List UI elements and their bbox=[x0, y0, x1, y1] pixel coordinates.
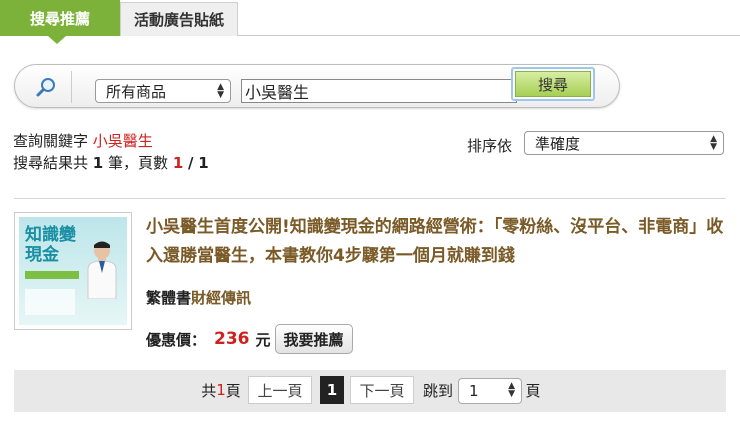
results-current-page: 1 bbox=[172, 154, 184, 172]
results-total-pages: 1 bbox=[198, 154, 209, 172]
cover-green-band bbox=[25, 271, 79, 279]
tab-search-recommend-label: 搜尋推薦 bbox=[29, 9, 90, 28]
result-summary-line: 搜尋結果共 1 筆，頁數 1 / 1 bbox=[13, 152, 209, 173]
cover-title-text: 知識變現金 bbox=[25, 225, 76, 265]
tab-activity-stickers[interactable]: 活動廣告貼紙 bbox=[120, 2, 238, 36]
sort-label: 排序依 bbox=[467, 137, 513, 155]
keyword-value: 小吳醫生 bbox=[92, 132, 153, 150]
price-line: 優惠價： 236 元 我要推薦 bbox=[146, 324, 353, 354]
price-label: 優惠價： bbox=[146, 330, 207, 349]
search-divider bbox=[71, 71, 72, 103]
search-button[interactable]: 搜尋 bbox=[511, 67, 595, 101]
jump-page-select[interactable]: 1 ▲ ▼ bbox=[458, 378, 522, 404]
query-keyword-line: 查詢關鍵字 小吳醫生 bbox=[13, 130, 153, 151]
search-button-label: 搜尋 bbox=[515, 71, 591, 97]
recommend-button-label: 我要推薦 bbox=[283, 330, 344, 349]
total-prefix: 共 bbox=[201, 381, 217, 400]
product-meta: 繁體書財經傳訊 bbox=[146, 287, 251, 308]
category-select[interactable]: 所有商品 ▲ ▼ bbox=[95, 79, 231, 103]
pagination-total: 共1頁 bbox=[198, 376, 244, 404]
jump-page-value: 1 bbox=[469, 382, 479, 400]
search-bar: 所有商品 ▲ ▼ 小吳醫生 搜尋 bbox=[14, 64, 620, 108]
tab-bar: 搜尋推薦 活動廣告貼紙 bbox=[0, 0, 740, 44]
results-prefix: 搜尋結果共 bbox=[13, 154, 89, 172]
search-input-value: 小吳醫生 bbox=[245, 83, 310, 102]
current-page-number: 1 bbox=[326, 381, 338, 399]
cover-person-figure bbox=[87, 241, 117, 299]
jump-label: 跳到 bbox=[422, 381, 453, 400]
pagination-bar: 共1頁 上一頁 1 下一頁 跳到 1 ▲ ▼ 頁 bbox=[14, 370, 726, 412]
book-cover-image: 知識變現金 bbox=[19, 217, 127, 325]
search-icon bbox=[35, 76, 57, 98]
total-suffix: 頁 bbox=[225, 381, 241, 400]
price-unit: 元 bbox=[255, 330, 271, 349]
total-pages: 1 bbox=[216, 381, 226, 399]
product-format: 繁體書 bbox=[146, 289, 192, 307]
sort-select-value: 準確度 bbox=[535, 134, 581, 153]
results-unit: 筆，頁數 bbox=[108, 154, 169, 172]
active-tab-pointer bbox=[48, 36, 66, 44]
jump-suffix: 頁 bbox=[525, 381, 541, 400]
prev-page-label: 上一頁 bbox=[257, 381, 303, 400]
next-page-button[interactable]: 下一頁 bbox=[350, 376, 414, 404]
sort-select[interactable]: 準確度 ▲ ▼ bbox=[524, 131, 724, 155]
select-arrows-icon: ▲ ▼ bbox=[710, 134, 717, 152]
tab-search-recommend[interactable]: 搜尋推薦 bbox=[0, 0, 120, 44]
select-arrows-icon: ▲ ▼ bbox=[508, 381, 515, 399]
tab-activity-stickers-label: 活動廣告貼紙 bbox=[133, 11, 224, 29]
results-page-sep: / bbox=[188, 154, 194, 172]
cover-text-block bbox=[25, 289, 75, 315]
prev-page-button[interactable]: 上一頁 bbox=[248, 376, 312, 404]
book-cover[interactable]: 知識變現金 bbox=[14, 212, 132, 330]
keyword-label: 查詢關鍵字 bbox=[13, 132, 89, 150]
product-publisher-link[interactable]: 財經傳訊 bbox=[191, 289, 251, 307]
price-value: 236 bbox=[214, 329, 250, 349]
current-page-indicator[interactable]: 1 bbox=[320, 376, 344, 404]
product-title-link[interactable]: 小吳醫生首度公開!知識變現金的網路經營術：「零粉絲、沒平台、非電商」收入還勝當醫… bbox=[146, 213, 726, 271]
results-count: 1 bbox=[92, 154, 104, 172]
divider bbox=[14, 198, 726, 199]
search-input[interactable]: 小吳醫生 bbox=[241, 79, 517, 103]
recommend-button[interactable]: 我要推薦 bbox=[274, 324, 353, 354]
next-page-label: 下一頁 bbox=[359, 381, 405, 400]
select-arrows-icon: ▲ ▼ bbox=[217, 82, 224, 100]
category-select-value: 所有商品 bbox=[106, 82, 167, 101]
